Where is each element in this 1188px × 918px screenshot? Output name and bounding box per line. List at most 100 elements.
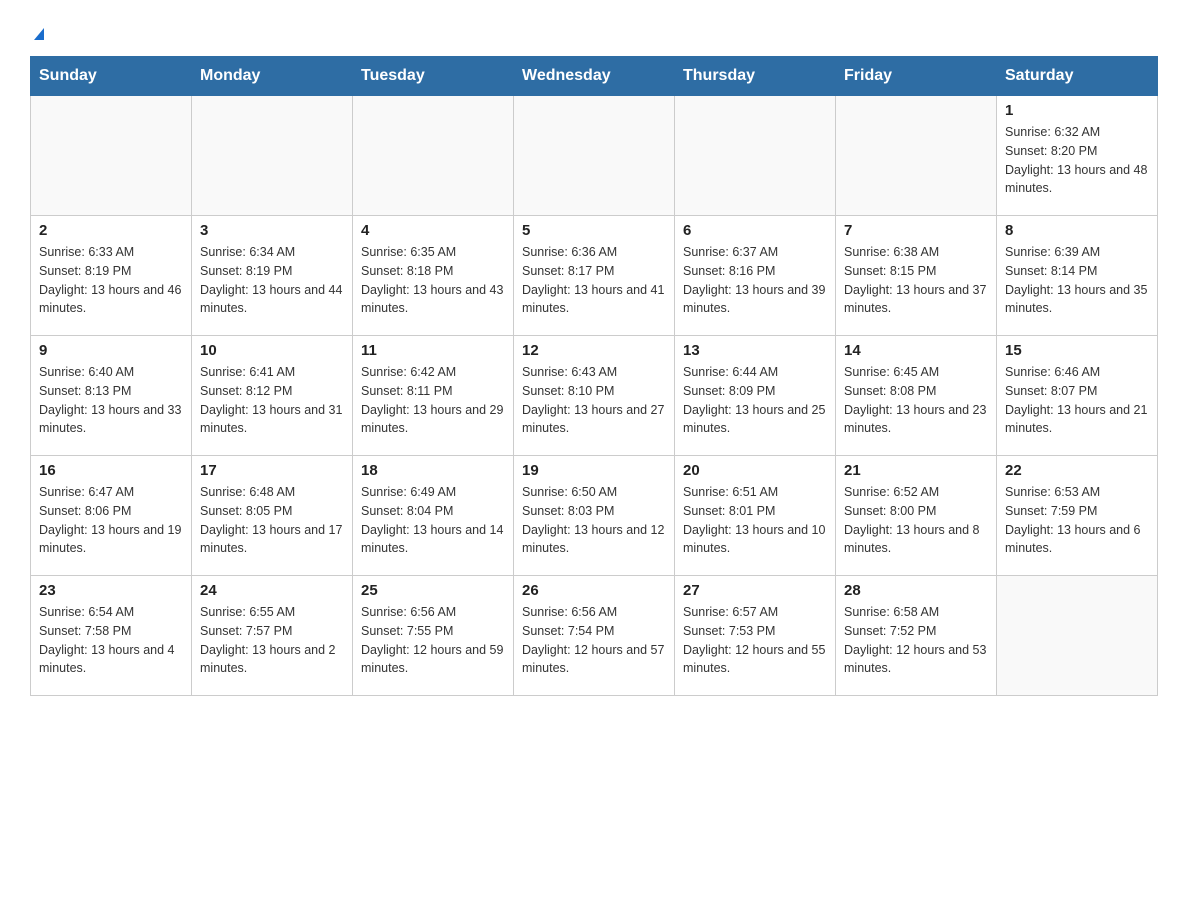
day-of-week-header: Friday bbox=[836, 57, 997, 96]
calendar-day-cell: 4 Sunrise: 6:35 AMSunset: 8:18 PMDaylight… bbox=[353, 216, 514, 336]
days-of-week-row: SundayMondayTuesdayWednesdayThursdayFrid… bbox=[31, 57, 1158, 96]
calendar-day-cell: 11 Sunrise: 6:42 AMSunset: 8:11 PMDayligh… bbox=[353, 336, 514, 456]
calendar-day-cell bbox=[836, 96, 997, 216]
calendar-day-cell bbox=[192, 96, 353, 216]
day-number: 9 bbox=[39, 342, 183, 359]
calendar-day-cell bbox=[997, 576, 1158, 696]
day-info: Sunrise: 6:50 AMSunset: 8:03 PMDaylight:… bbox=[522, 483, 666, 558]
day-info: Sunrise: 6:51 AMSunset: 8:01 PMDaylight:… bbox=[683, 483, 827, 558]
day-number: 24 bbox=[200, 582, 344, 599]
day-info: Sunrise: 6:55 AMSunset: 7:57 PMDaylight:… bbox=[200, 603, 344, 678]
calendar-day-cell: 1 Sunrise: 6:32 AMSunset: 8:20 PMDaylight… bbox=[997, 96, 1158, 216]
calendar-day-cell: 18 Sunrise: 6:49 AMSunset: 8:04 PMDayligh… bbox=[353, 456, 514, 576]
day-number: 13 bbox=[683, 342, 827, 359]
calendar-day-cell: 25 Sunrise: 6:56 AMSunset: 7:55 PMDayligh… bbox=[353, 576, 514, 696]
calendar-day-cell: 12Sunrise: 6:43 AMSunset: 8:10 PMDayligh… bbox=[514, 336, 675, 456]
day-number: 19 bbox=[522, 462, 666, 479]
calendar-day-cell: 13 Sunrise: 6:44 AMSunset: 8:09 PMDayligh… bbox=[675, 336, 836, 456]
day-info: Sunrise: 6:52 AMSunset: 8:00 PMDaylight:… bbox=[844, 483, 988, 558]
calendar-week-row: 2 Sunrise: 6:33 AMSunset: 8:19 PMDaylight… bbox=[31, 216, 1158, 336]
day-number: 18 bbox=[361, 462, 505, 479]
day-info: Sunrise: 6:34 AMSunset: 8:19 PMDaylight:… bbox=[200, 243, 344, 318]
calendar-day-cell: 7 Sunrise: 6:38 AMSunset: 8:15 PMDaylight… bbox=[836, 216, 997, 336]
calendar-day-cell: 10 Sunrise: 6:41 AMSunset: 8:12 PMDayligh… bbox=[192, 336, 353, 456]
calendar-day-cell bbox=[675, 96, 836, 216]
day-number: 7 bbox=[844, 222, 988, 239]
day-number: 3 bbox=[200, 222, 344, 239]
logo-triangle-icon bbox=[34, 28, 44, 40]
day-number: 6 bbox=[683, 222, 827, 239]
day-number: 20 bbox=[683, 462, 827, 479]
day-info: Sunrise: 6:40 AMSunset: 8:13 PMDaylight:… bbox=[39, 363, 183, 438]
calendar-body: 1 Sunrise: 6:32 AMSunset: 8:20 PMDaylight… bbox=[31, 96, 1158, 696]
calendar-week-row: 9 Sunrise: 6:40 AMSunset: 8:13 PMDaylight… bbox=[31, 336, 1158, 456]
calendar-day-cell: 6 Sunrise: 6:37 AMSunset: 8:16 PMDaylight… bbox=[675, 216, 836, 336]
calendar-day-cell bbox=[514, 96, 675, 216]
calendar-day-cell: 14 Sunrise: 6:45 AMSunset: 8:08 PMDayligh… bbox=[836, 336, 997, 456]
day-number: 14 bbox=[844, 342, 988, 359]
day-number: 4 bbox=[361, 222, 505, 239]
calendar-week-row: 1 Sunrise: 6:32 AMSunset: 8:20 PMDaylight… bbox=[31, 96, 1158, 216]
calendar-day-cell: 22 Sunrise: 6:53 AMSunset: 7:59 PMDayligh… bbox=[997, 456, 1158, 576]
calendar-week-row: 16Sunrise: 6:47 AMSunset: 8:06 PMDayligh… bbox=[31, 456, 1158, 576]
calendar-table: SundayMondayTuesdayWednesdayThursdayFrid… bbox=[30, 56, 1158, 696]
calendar-day-cell: 21 Sunrise: 6:52 AMSunset: 8:00 PMDayligh… bbox=[836, 456, 997, 576]
calendar-day-cell: 5Sunrise: 6:36 AMSunset: 8:17 PMDaylight… bbox=[514, 216, 675, 336]
day-number: 28 bbox=[844, 582, 988, 599]
calendar-day-cell bbox=[353, 96, 514, 216]
calendar-day-cell: 19 Sunrise: 6:50 AMSunset: 8:03 PMDayligh… bbox=[514, 456, 675, 576]
day-info: Sunrise: 6:35 AMSunset: 8:18 PMDaylight:… bbox=[361, 243, 505, 318]
day-info: Sunrise: 6:33 AMSunset: 8:19 PMDaylight:… bbox=[39, 243, 183, 318]
calendar-day-cell: 20 Sunrise: 6:51 AMSunset: 8:01 PMDayligh… bbox=[675, 456, 836, 576]
logo-top-line bbox=[30, 20, 44, 46]
day-number: 8 bbox=[1005, 222, 1149, 239]
day-info: Sunrise: 6:53 AMSunset: 7:59 PMDaylight:… bbox=[1005, 483, 1149, 558]
day-number: 5 bbox=[522, 222, 666, 239]
day-info: Sunrise: 6:44 AMSunset: 8:09 PMDaylight:… bbox=[683, 363, 827, 438]
calendar-day-cell: 26Sunrise: 6:56 AMSunset: 7:54 PMDayligh… bbox=[514, 576, 675, 696]
calendar-day-cell: 23 Sunrise: 6:54 AMSunset: 7:58 PMDayligh… bbox=[31, 576, 192, 696]
day-info: Sunrise: 6:45 AMSunset: 8:08 PMDaylight:… bbox=[844, 363, 988, 438]
day-info: Sunrise: 6:41 AMSunset: 8:12 PMDaylight:… bbox=[200, 363, 344, 438]
day-info: Sunrise: 6:49 AMSunset: 8:04 PMDaylight:… bbox=[361, 483, 505, 558]
calendar-day-cell: 2 Sunrise: 6:33 AMSunset: 8:19 PMDaylight… bbox=[31, 216, 192, 336]
day-number: 1 bbox=[1005, 102, 1149, 119]
day-info: Sunrise: 6:57 AMSunset: 7:53 PMDaylight:… bbox=[683, 603, 827, 678]
day-info: Sunrise: 6:32 AMSunset: 8:20 PMDaylight:… bbox=[1005, 123, 1149, 198]
day-info: Sunrise: 6:38 AMSunset: 8:15 PMDaylight:… bbox=[844, 243, 988, 318]
day-info: Sunrise: 6:37 AMSunset: 8:16 PMDaylight:… bbox=[683, 243, 827, 318]
day-info: Sunrise: 6:58 AMSunset: 7:52 PMDaylight:… bbox=[844, 603, 988, 678]
calendar-day-cell: 27Sunrise: 6:57 AMSunset: 7:53 PMDayligh… bbox=[675, 576, 836, 696]
day-info: Sunrise: 6:54 AMSunset: 7:58 PMDaylight:… bbox=[39, 603, 183, 678]
day-of-week-header: Thursday bbox=[675, 57, 836, 96]
calendar-header: SundayMondayTuesdayWednesdayThursdayFrid… bbox=[31, 57, 1158, 96]
day-of-week-header: Saturday bbox=[997, 57, 1158, 96]
day-number: 11 bbox=[361, 342, 505, 359]
day-info: Sunrise: 6:39 AMSunset: 8:14 PMDaylight:… bbox=[1005, 243, 1149, 318]
day-of-week-header: Wednesday bbox=[514, 57, 675, 96]
calendar-day-cell: 16Sunrise: 6:47 AMSunset: 8:06 PMDayligh… bbox=[31, 456, 192, 576]
calendar-week-row: 23 Sunrise: 6:54 AMSunset: 7:58 PMDayligh… bbox=[31, 576, 1158, 696]
day-number: 15 bbox=[1005, 342, 1149, 359]
day-number: 17 bbox=[200, 462, 344, 479]
day-number: 23 bbox=[39, 582, 183, 599]
calendar-day-cell: 9 Sunrise: 6:40 AMSunset: 8:13 PMDaylight… bbox=[31, 336, 192, 456]
day-of-week-header: Tuesday bbox=[353, 57, 514, 96]
calendar-day-cell: 3 Sunrise: 6:34 AMSunset: 8:19 PMDaylight… bbox=[192, 216, 353, 336]
day-info: Sunrise: 6:56 AMSunset: 7:54 PMDaylight:… bbox=[522, 603, 666, 678]
day-of-week-header: Monday bbox=[192, 57, 353, 96]
day-info: Sunrise: 6:43 AMSunset: 8:10 PMDaylight:… bbox=[522, 363, 666, 438]
day-number: 2 bbox=[39, 222, 183, 239]
calendar-day-cell bbox=[31, 96, 192, 216]
day-info: Sunrise: 6:42 AMSunset: 8:11 PMDaylight:… bbox=[361, 363, 505, 438]
day-info: Sunrise: 6:48 AMSunset: 8:05 PMDaylight:… bbox=[200, 483, 344, 558]
day-info: Sunrise: 6:46 AMSunset: 8:07 PMDaylight:… bbox=[1005, 363, 1149, 438]
calendar-day-cell: 8 Sunrise: 6:39 AMSunset: 8:14 PMDaylight… bbox=[997, 216, 1158, 336]
calendar-day-cell: 15 Sunrise: 6:46 AMSunset: 8:07 PMDayligh… bbox=[997, 336, 1158, 456]
day-number: 25 bbox=[361, 582, 505, 599]
day-number: 22 bbox=[1005, 462, 1149, 479]
logo bbox=[30, 20, 44, 46]
day-number: 21 bbox=[844, 462, 988, 479]
day-info: Sunrise: 6:56 AMSunset: 7:55 PMDaylight:… bbox=[361, 603, 505, 678]
day-number: 10 bbox=[200, 342, 344, 359]
